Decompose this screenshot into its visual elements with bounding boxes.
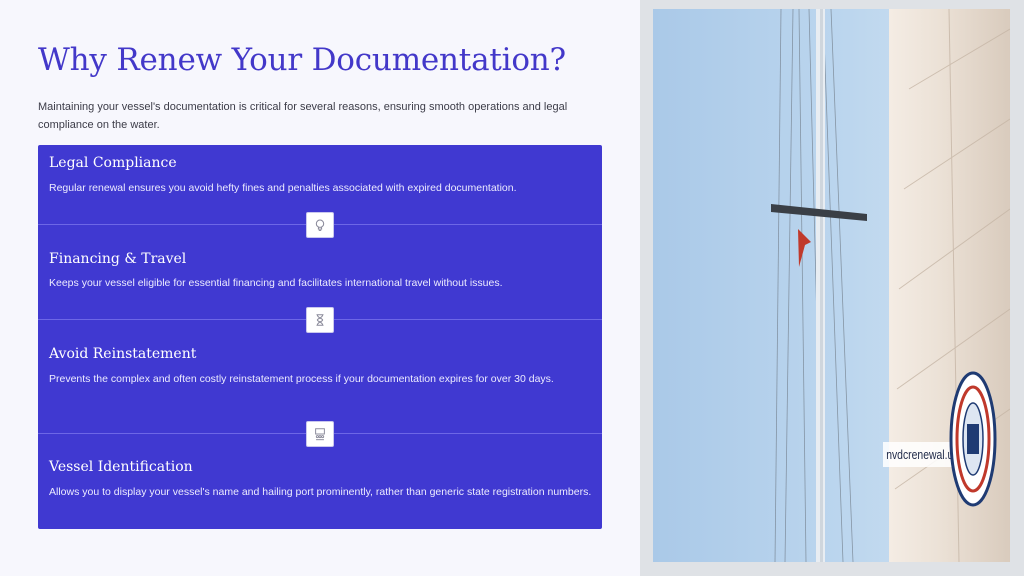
- reason-title: Legal Compliance: [49, 155, 177, 171]
- reason-card-reinstatement: Avoid Reinstatement Prevents the complex…: [38, 320, 602, 433]
- reason-card-identification: Vessel Identification Allows you to disp…: [38, 434, 602, 529]
- seal-logo-icon: [949, 371, 997, 507]
- reason-desc: Allows you to display your vessel's name…: [49, 486, 592, 498]
- photo-frame: nvdcrenewal.us: [640, 0, 1024, 576]
- reason-desc: Keeps your vessel eligible for essential…: [49, 277, 503, 289]
- reason-title: Avoid Reinstatement: [49, 346, 197, 362]
- slide-intro: Maintaining your vessel's documentation …: [38, 101, 568, 131]
- reason-card-financing: Financing & Travel Keeps your vessel eli…: [38, 225, 602, 319]
- reason-desc: Prevents the complex and often costly re…: [49, 373, 554, 385]
- reasons-panel: Legal Compliance Regular renewal ensures…: [38, 145, 602, 529]
- reason-desc: Regular renewal ensures you avoid hefty …: [49, 182, 517, 194]
- reason-title: Vessel Identification: [49, 459, 193, 475]
- reason-title: Financing & Travel: [49, 251, 187, 267]
- slide-title: Why Renew Your Documentation?: [38, 42, 566, 78]
- sailboat-mast-photo: nvdcrenewal.us: [653, 9, 1010, 562]
- content-area: Why Renew Your Documentation? Maintainin…: [0, 0, 640, 576]
